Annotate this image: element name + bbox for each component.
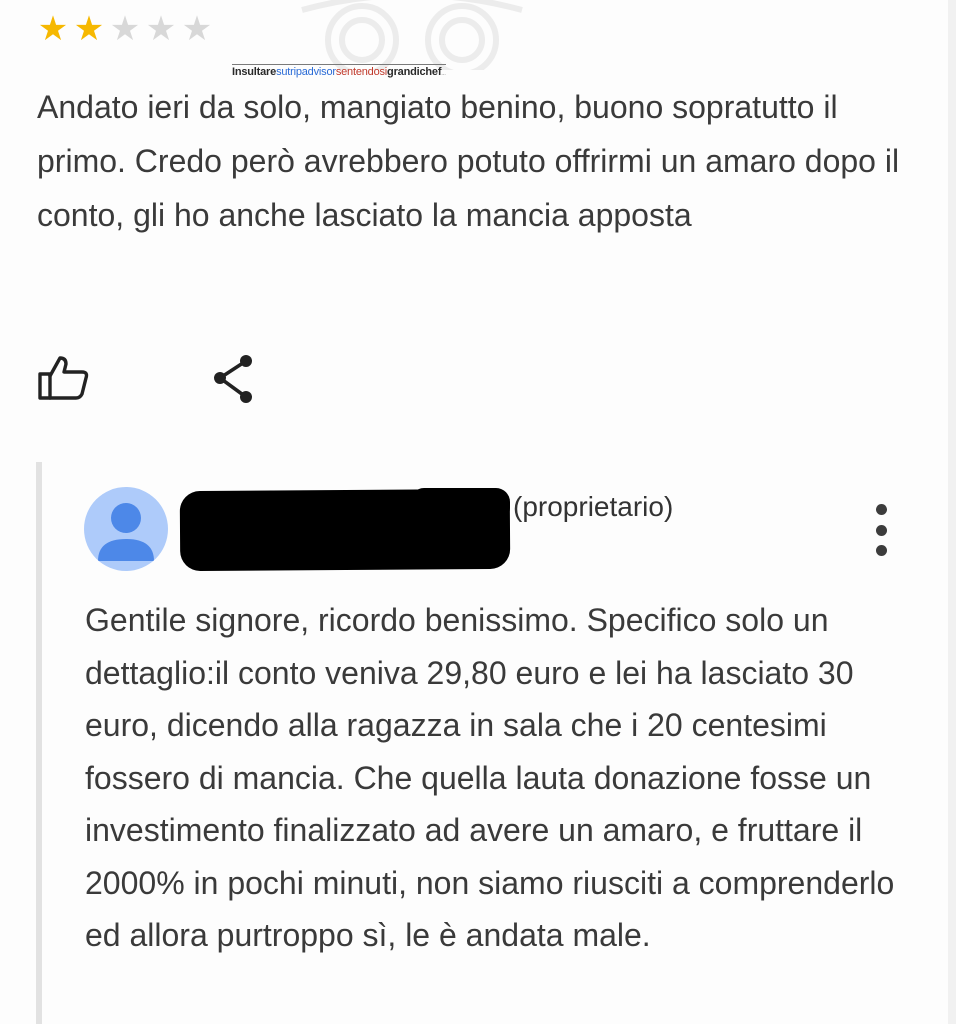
page-edge	[948, 0, 956, 1024]
watermark-part: sutripadvisor	[276, 66, 336, 78]
more-vertical-icon	[875, 524, 887, 536]
share-icon	[214, 355, 252, 403]
review-card: ★ ★ ★ ★ ★ Insultaresutripadvisorsentendo…	[0, 0, 956, 1024]
star-rating: ★ ★ ★ ★ ★	[36, 12, 214, 46]
watermark-part: ...	[441, 71, 446, 77]
more-vertical-icon	[875, 545, 887, 556]
owl-logo-watermark	[301, 0, 523, 70]
thumbs-up-icon	[38, 356, 89, 400]
more-options-button[interactable]	[866, 504, 896, 556]
user-avatar-icon	[98, 503, 154, 561]
watermark-part: grandichef	[387, 66, 442, 78]
watermark-part: sentendosi	[335, 66, 388, 78]
watermark-caption: Insultaresutripadvisorsentendosigrandich…	[232, 64, 446, 78]
owner-role-label: (proprietario)	[513, 491, 674, 522]
owner-avatar[interactable]	[84, 487, 168, 571]
star-icon: ★	[181, 10, 213, 48]
watermark-part: Insultare	[232, 66, 277, 78]
more-vertical-icon	[875, 504, 887, 515]
like-button[interactable]	[36, 350, 92, 406]
star-icon: ★	[73, 10, 105, 48]
owner-name-redaction-edge	[410, 488, 510, 522]
star-icon: ★	[145, 10, 177, 48]
star-icon: ★	[109, 10, 141, 48]
review-text: Andato ieri da solo, mangiato benino, bu…	[37, 89, 900, 233]
reply-thread-line	[36, 462, 42, 1024]
share-button[interactable]	[208, 352, 258, 406]
owner-reply-text: Gentile signore, ricordo benissimo. Spec…	[85, 602, 895, 953]
star-icon: ★	[37, 10, 69, 48]
